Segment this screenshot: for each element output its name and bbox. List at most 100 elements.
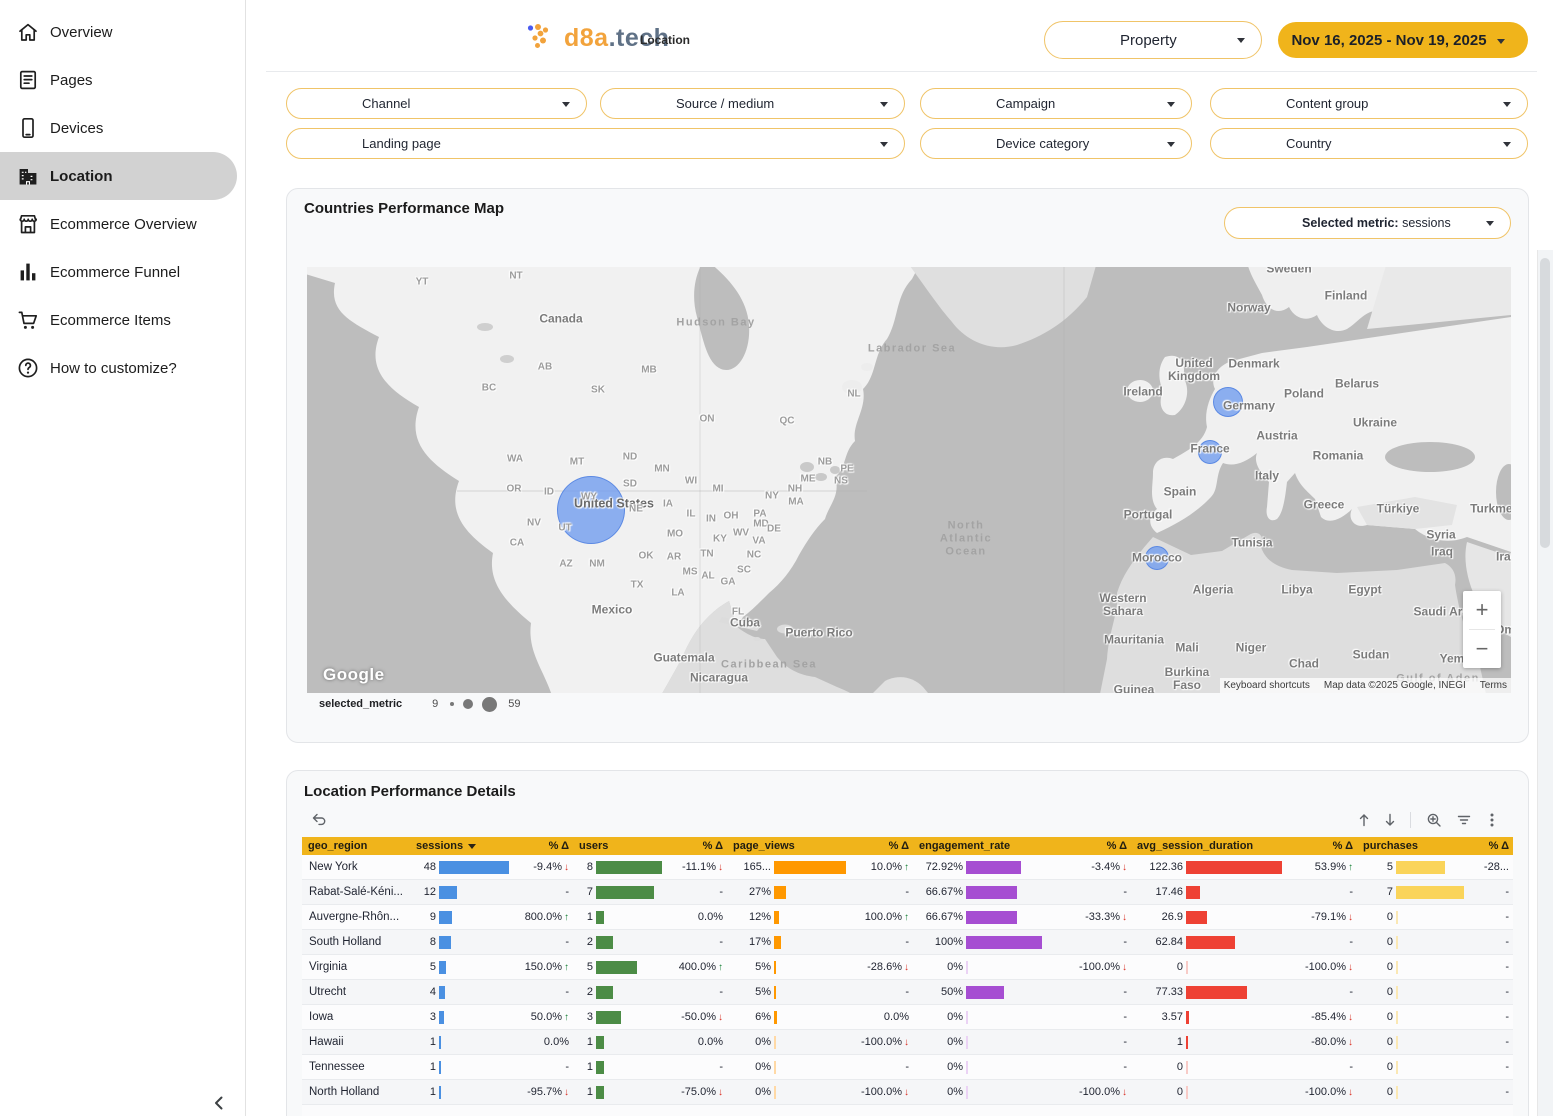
zoom-search-icon[interactable] <box>1425 811 1443 829</box>
metric-bar <box>439 960 446 974</box>
table-row-virginia[interactable]: Virginia 5 150.0% ↑ 5 400.0% ↑ 5% -28.6% ↓ 0% -100.… <box>302 955 1513 980</box>
undo-icon[interactable] <box>310 811 328 829</box>
delta-cell: - <box>1505 886 1509 898</box>
delta-cell: -100.0% ↓ <box>861 1036 909 1048</box>
metric-bar <box>596 1085 604 1099</box>
delta-cell: -28... <box>1483 861 1509 873</box>
sidebar-item-label: Location <box>50 167 113 185</box>
selected-metric-dropdown[interactable]: Selected metric: sessions <box>1224 207 1511 239</box>
map-bubble-morocco[interactable] <box>1145 546 1169 570</box>
filter-dropdown-source-medium[interactable]: Source / medium <box>600 88 905 119</box>
sidebar-item-ecommerce-funnel[interactable]: Ecommerce Funnel <box>0 248 237 296</box>
chevron-down-icon <box>880 101 888 107</box>
metric-cell: 5% <box>727 980 849 1004</box>
sidebar-item-pages[interactable]: Pages <box>0 56 237 104</box>
column-header-engagement-rate[interactable]: engagement_rate <box>913 840 1049 852</box>
table-row-iowa[interactable]: Iowa 3 50.0% ↑ 3 -50.0% ↓ 6% 0.0% 0% -3.57 -85.4% ↓ 0… <box>302 1005 1513 1030</box>
delta-cell: 0.0% <box>697 1036 723 1048</box>
property-dropdown[interactable]: Property <box>1044 21 1262 59</box>
column-header-users[interactable]: users <box>573 840 665 852</box>
column-header-geo-region[interactable]: geo_region <box>302 840 410 852</box>
zoom-out-button[interactable]: − <box>1463 630 1501 668</box>
sidebar-item-devices[interactable]: Devices <box>0 104 237 152</box>
column-header-[interactable]: % Δ <box>513 840 573 852</box>
metric-cell: 1 <box>573 1055 665 1079</box>
more-vert-icon[interactable] <box>1483 811 1501 829</box>
column-header-page-views[interactable]: page_views <box>727 840 849 852</box>
sidebar-item-ecommerce-items[interactable]: Ecommerce Items <box>0 296 237 344</box>
terms-link[interactable]: Terms <box>1480 680 1507 691</box>
filter-dropdown-landing-page[interactable]: Landing page <box>286 128 905 159</box>
metric-cell: 1 <box>410 1080 513 1104</box>
geo-map[interactable]: Canada United States Mexico Cuba Puerto Rico… <box>307 267 1511 693</box>
map-bubble-france[interactable] <box>1198 440 1222 464</box>
location-icon <box>16 164 40 188</box>
delta-cell: - <box>905 886 909 898</box>
sidebar-collapse-button[interactable] <box>206 1090 232 1116</box>
page-scrollbar[interactable] <box>1537 250 1553 1116</box>
metric-cell: 0 <box>1357 905 1463 929</box>
filter-dropdown-device-category[interactable]: Device category <box>920 128 1192 159</box>
sidebar-item-how-to-customize[interactable]: How to customize? <box>0 344 237 392</box>
metric-cell: 0 <box>1357 1080 1463 1104</box>
metric-bar <box>774 1035 776 1049</box>
filter-dropdown-campaign[interactable]: Campaign <box>920 88 1192 119</box>
map-bubble-germany[interactable] <box>1213 387 1243 417</box>
metric-bar <box>966 1010 968 1024</box>
sidebar-item-overview[interactable]: Overview <box>0 8 237 56</box>
trend-down-icon: ↓ <box>1348 1036 1353 1048</box>
metric-cell: 0 <box>1357 1055 1463 1079</box>
filter-dropdown-country[interactable]: Country <box>1210 128 1528 159</box>
arrow-down-icon[interactable] <box>1381 811 1399 829</box>
date-range-dropdown[interactable]: Nov 16, 2025 - Nov 19, 2025 <box>1278 22 1528 58</box>
column-header-[interactable]: % Δ <box>849 840 913 852</box>
filter-icon[interactable] <box>1455 811 1473 829</box>
column-header-[interactable]: % Δ <box>1049 840 1131 852</box>
table-row-auvergne-rh-n[interactable]: Auvergne-Rhôn... 9 800.0% ↑ 1 0.0% 12% 100.0% ↑ 6… <box>302 905 1513 930</box>
table-row-utrecht[interactable]: Utrecht 4-2-5% -50% -77.33-0- <box>302 980 1513 1005</box>
table-row-north-holland[interactable]: North Holland 1 -95.7% ↓ 1 -75.0% ↓ 0% -100.0% ↓ 0… <box>302 1080 1513 1105</box>
metric-bar <box>1186 1035 1188 1049</box>
column-header-[interactable]: % Δ <box>1463 840 1513 852</box>
table-row-tennessee[interactable]: Tennessee 1-1-0% -0% -0-0- <box>302 1055 1513 1080</box>
keyboard-shortcuts-link[interactable]: Keyboard shortcuts <box>1224 680 1310 691</box>
google-logo[interactable]: Google <box>323 665 385 685</box>
scrollbar-thumb[interactable] <box>1540 258 1550 548</box>
filter-dropdown-channel[interactable]: Channel <box>286 88 587 119</box>
column-header-purchases[interactable]: purchases <box>1357 840 1463 852</box>
sidebar-item-ecommerce-overview[interactable]: Ecommerce Overview <box>0 200 237 248</box>
zoom-in-button[interactable]: + <box>1463 591 1501 629</box>
filter-label: Content group <box>1286 96 1369 111</box>
filter-label: Device category <box>996 136 1090 151</box>
metric-cell: 8 <box>573 855 665 879</box>
table-row-new-york[interactable]: New York 48 -9.4% ↓ 8 -11.1% ↓ 165... 10.0% ↑ 72.9… <box>302 855 1513 880</box>
metric-cell: 62.84 <box>1131 930 1291 954</box>
sidebar-item-label: Ecommerce Overview <box>50 215 197 233</box>
table-row-hawaii[interactable]: Hawaii 1 0.0% 1 0.0% 0% -100.0% ↓ 0% -1 -80.0% ↓ 0- <box>302 1030 1513 1055</box>
column-header-[interactable]: % Δ <box>665 840 727 852</box>
column-header-avg-session-duration[interactable]: avg_session_duration <box>1131 840 1291 852</box>
map-bubble-united-states[interactable] <box>557 476 625 544</box>
filter-dropdown-content-group[interactable]: Content group <box>1210 88 1528 119</box>
trend-down-icon: ↓ <box>1348 911 1353 923</box>
delta-cell: - <box>1505 911 1509 923</box>
delta-cell: - <box>1349 936 1353 948</box>
metric-bar <box>1186 885 1200 899</box>
arrow-up-icon[interactable] <box>1355 811 1373 829</box>
metric-cell: 0 <box>1357 955 1463 979</box>
metric-bar <box>596 1010 621 1024</box>
geo-region-cell: South Holland <box>309 936 382 948</box>
trend-down-icon: ↓ <box>1122 1086 1127 1098</box>
column-header-[interactable]: % Δ <box>1291 840 1357 852</box>
table-row-rabat-sal-k-ni[interactable]: Rabat-Salé-Kéni... 12-7-27% -66.67% -17.46-… <box>302 880 1513 905</box>
metric-bar <box>439 935 451 949</box>
filter-label: Country <box>1286 136 1332 151</box>
table-row-south-holland[interactable]: South Holland 8-2-17% -100% -62.84-0- <box>302 930 1513 955</box>
column-header-sessions[interactable]: sessions <box>410 840 513 852</box>
delta-cell: -3.4% ↓ <box>1091 861 1127 873</box>
metric-cell: 0 <box>1131 1055 1291 1079</box>
metric-bar <box>439 1035 441 1049</box>
metric-cell: 0 <box>1357 930 1463 954</box>
map-landmass <box>307 267 1511 693</box>
sidebar-item-location[interactable]: Location <box>0 152 237 200</box>
